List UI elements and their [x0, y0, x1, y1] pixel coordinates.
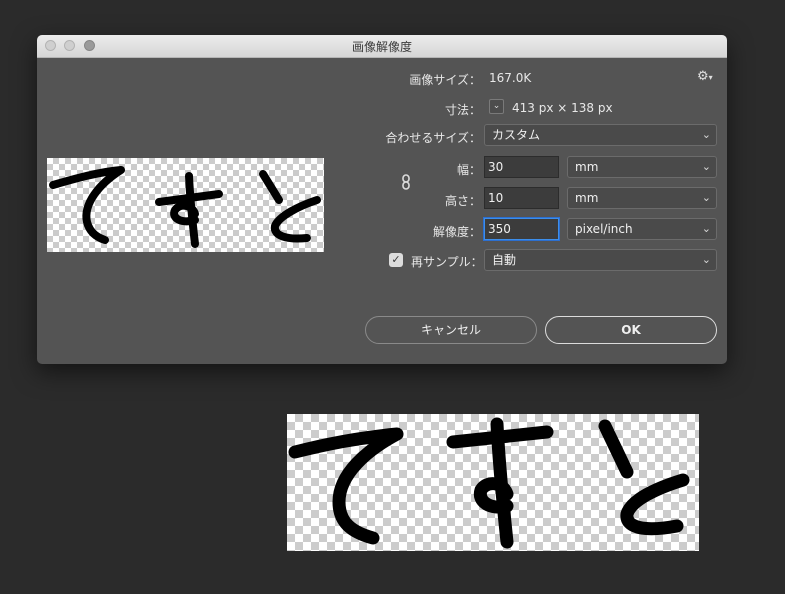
resolution-unit-value: pixel/inch — [575, 222, 633, 236]
gear-icon[interactable]: ⚙▾ — [697, 69, 713, 84]
image-size-label: 画像サイズ： — [409, 73, 481, 87]
canvas-artwork — [288, 417, 690, 549]
chevron-down-icon: ⌄ — [701, 191, 711, 204]
height-label: 高さ： — [444, 194, 481, 208]
height-input[interactable] — [484, 187, 559, 209]
fit-to-value: カスタム — [492, 128, 541, 142]
height-unit-value: mm — [575, 191, 599, 205]
image-size-value: 167.0K — [489, 71, 532, 85]
width-input[interactable] — [484, 156, 559, 178]
title-bar: 画像解像度 — [37, 35, 727, 58]
width-unit-value: mm — [575, 160, 599, 174]
resample-method-select[interactable]: 自動 ⌄ — [484, 249, 717, 271]
width-unit-select[interactable]: mm ⌄ — [567, 156, 717, 178]
height-unit-select[interactable]: mm ⌄ — [567, 187, 717, 209]
chevron-down-icon: ⌄ — [701, 253, 711, 266]
cancel-button[interactable]: キャンセル — [365, 316, 537, 344]
resolution-unit-select[interactable]: pixel/inch ⌄ — [567, 218, 717, 240]
chain-link-icon[interactable] — [401, 174, 411, 190]
dimensions-label: 寸法： — [444, 103, 481, 117]
dialog-title: 画像解像度 — [351, 40, 412, 54]
document-canvas[interactable] — [287, 414, 699, 551]
image-preview[interactable] — [47, 158, 324, 252]
resample-method-value: 自動 — [492, 253, 517, 267]
fit-to-label: 合わせるサイズ： — [385, 131, 481, 145]
chevron-down-icon: ⌄ — [701, 128, 711, 141]
chevron-down-icon: ⌄ — [492, 101, 501, 111]
resample-label: 再サンプル： — [411, 255, 483, 269]
width-label: 幅： — [456, 163, 481, 177]
preview-artwork — [49, 166, 321, 248]
dimensions-value: 413 px × 138 px — [512, 101, 613, 115]
resolution-input[interactable] — [484, 218, 559, 240]
chevron-down-icon: ⌄ — [701, 222, 711, 235]
chevron-down-icon: ⌄ — [701, 160, 711, 173]
ok-button[interactable]: OK — [545, 316, 717, 344]
resample-checkbox[interactable]: ✓ — [389, 253, 403, 267]
fit-to-select[interactable]: カスタム ⌄ — [484, 124, 717, 146]
resolution-label: 解像度： — [432, 225, 481, 239]
checkmark-icon: ✓ — [391, 253, 401, 266]
image-size-dialog: 画像解像度 ⚙▾ 画像サイズ： 167.0K 寸法： ⌄ 413 px × 13… — [37, 35, 727, 364]
dimensions-unit-dropdown[interactable]: ⌄ — [489, 99, 504, 114]
